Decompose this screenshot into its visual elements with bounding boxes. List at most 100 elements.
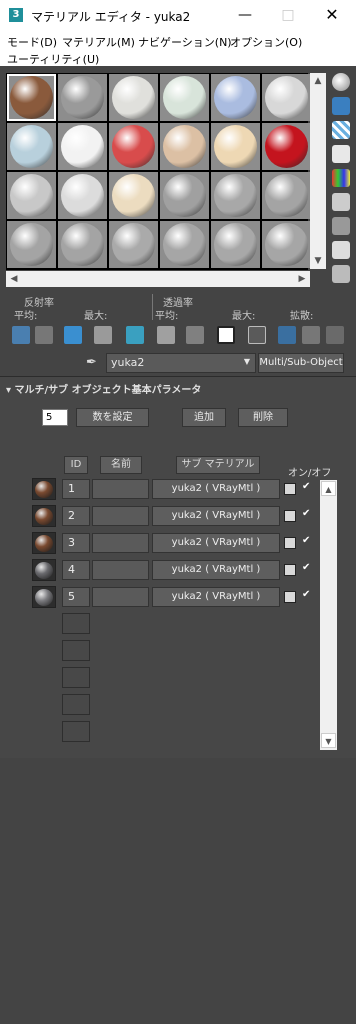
sample-slot[interactable]: [7, 221, 56, 268]
sample-slot[interactable]: [109, 74, 158, 121]
sample-slot[interactable]: [109, 172, 158, 219]
scroll-down-icon[interactable]: ▼: [310, 253, 326, 269]
sub-material-button[interactable]: yuka2 ( VRayMtl ): [152, 479, 280, 499]
sample-slot[interactable]: [109, 123, 158, 170]
slots-vertical-scrollbar[interactable]: ▲ ▼: [310, 73, 326, 269]
backlight-icon[interactable]: [332, 97, 350, 115]
sample-slot[interactable]: [211, 172, 260, 219]
material-name-input[interactable]: [92, 533, 149, 553]
on-off-checkbox[interactable]: ✔: [302, 508, 314, 522]
assign-to-selection-icon[interactable]: [64, 326, 82, 344]
menu-mode[interactable]: モード(D): [7, 34, 57, 50]
sample-slot[interactable]: [58, 221, 107, 268]
sample-slot[interactable]: [7, 74, 56, 121]
sample-slot[interactable]: [211, 221, 260, 268]
list-vertical-scrollbar[interactable]: ▲ ▼: [320, 480, 337, 750]
material-swatch[interactable]: [32, 505, 56, 527]
pick-material-icon[interactable]: [326, 326, 344, 344]
menu-utilities[interactable]: ユーティリティ(U): [7, 51, 99, 67]
make-unique-icon[interactable]: [126, 326, 144, 344]
reset-map-icon[interactable]: [94, 326, 112, 344]
put-to-scene-icon[interactable]: [35, 326, 53, 344]
background-icon[interactable]: [332, 121, 350, 139]
sample-slot[interactable]: [58, 74, 107, 121]
menu-navigation[interactable]: ナビゲーション(N): [138, 34, 232, 50]
menu-options[interactable]: オプション(O): [230, 34, 302, 50]
material-name-input[interactable]: [92, 587, 149, 607]
on-off-checkbox[interactable]: ✔: [302, 589, 314, 603]
make-preview-icon[interactable]: [332, 193, 350, 211]
color-swatch[interactable]: [284, 564, 296, 576]
sub-material-button[interactable]: yuka2 ( VRayMtl ): [152, 560, 280, 580]
set-count-button[interactable]: 数を設定: [76, 408, 149, 427]
material-name-input[interactable]: [92, 560, 149, 580]
material-swatch[interactable]: [32, 586, 56, 608]
sub-material-button[interactable]: yuka2 ( VRayMtl ): [152, 533, 280, 553]
sample-uv-icon[interactable]: [332, 145, 350, 163]
color-swatch[interactable]: [284, 510, 296, 522]
sample-slot[interactable]: [7, 123, 56, 170]
sub-material-column-header[interactable]: サブ マテリアル: [176, 456, 260, 474]
sample-slot[interactable]: [262, 172, 311, 219]
on-off-checkbox[interactable]: ✔: [302, 562, 314, 576]
slots-horizontal-scrollbar[interactable]: ◀ ▶: [6, 271, 310, 287]
show-shaded-icon[interactable]: [217, 326, 235, 344]
get-material-icon[interactable]: [12, 326, 30, 344]
sample-slot[interactable]: [160, 74, 209, 121]
material-swatch[interactable]: [32, 532, 56, 554]
rollout-header[interactable]: ▾ マルチ/サブ オブジェクト基本パラメータ: [0, 376, 356, 396]
chevron-down-icon[interactable]: ▼: [244, 357, 250, 366]
material-name-input[interactable]: [92, 479, 149, 499]
material-id-field[interactable]: 5: [62, 587, 90, 607]
on-off-checkbox[interactable]: ✔: [302, 535, 314, 549]
list-scroll-up-icon[interactable]: ▲: [321, 481, 336, 496]
sub-material-button[interactable]: yuka2 ( VRayMtl ): [152, 506, 280, 526]
sample-slot[interactable]: [58, 172, 107, 219]
sample-slot[interactable]: [262, 221, 311, 268]
material-type-button[interactable]: Multi/Sub-Object: [258, 353, 344, 373]
menu-material[interactable]: マテリアル(M): [62, 34, 135, 50]
sample-slot[interactable]: [211, 74, 260, 121]
sample-slot[interactable]: [262, 123, 311, 170]
minimize-button[interactable]: —: [233, 4, 257, 26]
eyedropper-icon[interactable]: ✒: [86, 355, 102, 371]
scroll-left-icon[interactable]: ◀: [6, 271, 22, 287]
material-name-field[interactable]: yuka2 ▼: [106, 353, 256, 373]
sample-slot[interactable]: [58, 123, 107, 170]
color-swatch[interactable]: [284, 483, 296, 495]
select-by-material-icon[interactable]: [332, 241, 350, 259]
sample-type-icon[interactable]: [332, 73, 350, 91]
material-id-channel-icon[interactable]: [186, 326, 204, 344]
go-forward-sibling-icon[interactable]: [302, 326, 320, 344]
material-swatch[interactable]: [32, 478, 56, 500]
sample-slot[interactable]: [109, 221, 158, 268]
close-button[interactable]: ✕: [320, 4, 344, 26]
show-end-result-icon[interactable]: [248, 326, 266, 344]
scroll-right-icon[interactable]: ▶: [294, 271, 310, 287]
sample-slot[interactable]: [160, 221, 209, 268]
material-swatch[interactable]: [32, 559, 56, 581]
scroll-up-icon[interactable]: ▲: [310, 73, 326, 89]
id-column-header[interactable]: ID: [64, 456, 88, 474]
sample-slot[interactable]: [7, 172, 56, 219]
options-icon[interactable]: [332, 217, 350, 235]
go-to-parent-icon[interactable]: [278, 326, 296, 344]
material-name-input[interactable]: [92, 506, 149, 526]
sample-slot[interactable]: [211, 123, 260, 170]
maximize-button[interactable]: □: [276, 4, 300, 26]
sample-slot[interactable]: [262, 74, 311, 121]
material-id-field[interactable]: 1: [62, 479, 90, 499]
on-off-checkbox[interactable]: ✔: [302, 481, 314, 495]
list-scroll-down-icon[interactable]: ▼: [321, 733, 336, 748]
material-id-field[interactable]: 3: [62, 533, 90, 553]
color-swatch[interactable]: [284, 537, 296, 549]
sample-slot[interactable]: [160, 123, 209, 170]
color-swatch[interactable]: [284, 591, 296, 603]
add-button[interactable]: 追加: [182, 408, 226, 427]
material-map-navigator-icon[interactable]: [332, 265, 350, 283]
material-id-field[interactable]: 4: [62, 560, 90, 580]
sub-material-button[interactable]: yuka2 ( VRayMtl ): [152, 587, 280, 607]
material-count-input[interactable]: 5: [42, 409, 68, 426]
sample-slot[interactable]: [160, 172, 209, 219]
delete-button[interactable]: 削除: [238, 408, 288, 427]
